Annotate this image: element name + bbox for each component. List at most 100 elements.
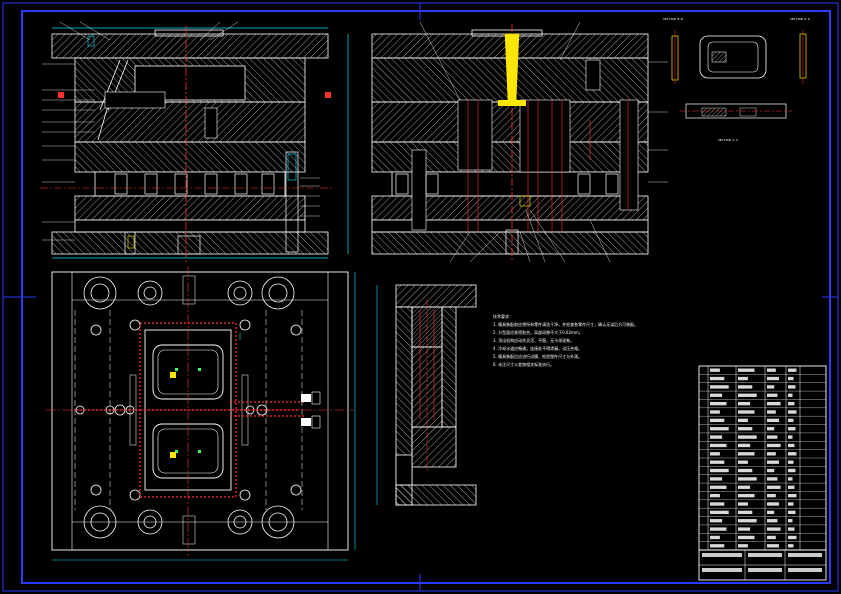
title-block-text-mark <box>738 502 748 506</box>
title-block-text-mark <box>767 410 776 414</box>
title-block-text-mark <box>738 485 751 489</box>
title-block-text-mark <box>738 368 755 372</box>
title-block-text-mark <box>738 460 748 464</box>
title-block-text-mark <box>767 527 781 531</box>
title-block-text-mark <box>788 393 793 397</box>
title-block-text-mark <box>738 443 751 448</box>
title-block-text-mark <box>767 376 779 381</box>
title-block-text-mark <box>767 452 776 456</box>
title-block-text-mark <box>738 401 751 406</box>
title-block-text-mark <box>788 376 794 381</box>
title-block-text-mark <box>738 393 757 397</box>
front-section-view <box>40 21 349 262</box>
title-block-text-mark <box>767 368 776 372</box>
title-block-text-mark <box>710 418 725 423</box>
title-block-text-mark <box>788 427 796 431</box>
title-block <box>698 365 827 581</box>
title-block-text-mark <box>788 368 797 372</box>
title-block-text-mark <box>788 502 794 506</box>
title-block-text-mark <box>788 410 797 414</box>
title-block-text-mark <box>710 493 720 498</box>
title-block-text-mark <box>767 435 778 439</box>
title-block-text-mark <box>710 452 720 456</box>
title-block-text-mark <box>710 527 727 531</box>
title-block-text-mark <box>788 519 793 523</box>
title-block-text-mark <box>710 544 725 548</box>
title-block-text-mark <box>738 418 748 423</box>
title-block-text-mark <box>788 544 794 548</box>
title-block-text-mark <box>767 401 781 406</box>
title-block-text-mark <box>738 510 753 515</box>
section-label-d: SECTION D-D <box>790 17 810 21</box>
title-block-text-mark <box>788 385 796 389</box>
title-block-text-mark <box>702 568 742 572</box>
title-block-text-mark <box>767 460 779 464</box>
title-block-text-mark <box>710 393 723 397</box>
title-block-text-mark <box>710 368 720 372</box>
note-line-4: 4. 冷却水道应畅通，连接处不得渗漏，试压合格。 <box>493 345 582 351</box>
title-block-text-mark <box>767 443 781 448</box>
title-block-text-mark <box>738 385 753 389</box>
title-block-text-mark <box>710 460 725 464</box>
title-block-text-mark <box>738 493 755 498</box>
title-block-text-mark <box>767 468 775 473</box>
title-block-text-mark <box>788 401 795 406</box>
title-block-text-mark <box>738 519 757 523</box>
title-block-text-mark <box>788 468 796 473</box>
title-block-text-mark <box>738 427 753 431</box>
title-block-text-mark <box>788 568 822 572</box>
title-block-text-mark <box>710 401 727 406</box>
title-block-text-mark <box>710 443 727 448</box>
title-block-text-mark <box>767 544 779 548</box>
title-block-text-mark <box>738 452 755 456</box>
title-block-text-mark <box>710 502 725 506</box>
note-line-5: 5. 模具装配后应进行试模，检验塑件尺寸与外观。 <box>493 353 582 359</box>
title-block-text-mark <box>710 427 729 431</box>
title-block-text-mark <box>767 477 778 481</box>
title-block-text-mark <box>738 544 748 548</box>
title-block-text-mark <box>710 477 723 481</box>
title-block-text-mark <box>788 527 795 531</box>
note-line-2: 2. 分型面应紧密贴合，局部间隙不大于0.02mm。 <box>493 329 583 335</box>
moving-half-plan-view <box>46 266 356 561</box>
title-block-text-mark <box>738 535 755 540</box>
title-block-text-mark <box>748 553 782 557</box>
title-block-text-mark <box>710 510 729 515</box>
section-label-a: SECTION A-A <box>718 138 738 142</box>
side-section-view <box>371 21 668 263</box>
title-block-text-mark <box>788 510 796 515</box>
title-block-text-mark <box>710 485 727 489</box>
note-line-1: 1. 模具装配前应将所有零件清洗干净，并检查各零件尺寸，确认无误后方可装配。 <box>493 321 638 327</box>
notes-heading: 技术要求： <box>493 313 513 319</box>
title-block-text-mark <box>738 468 753 473</box>
note-line-6: 6. 未注尺寸公差按相关标准执行。 <box>493 361 554 367</box>
cad-drawing-sheet: 技术要求： 1. 模具装配前应将所有零件清洗干净，并检查各零件尺寸，确认无误后方… <box>2 2 839 592</box>
title-block-text-mark <box>767 427 775 431</box>
title-block-text-mark <box>710 519 723 523</box>
title-block-text-mark <box>702 553 742 557</box>
title-block-text-mark <box>710 468 729 473</box>
detail-sections: SECTION B-B SECTION D-D SECTION A-A <box>663 17 810 142</box>
title-block-text-mark <box>738 376 748 381</box>
title-block-text-mark <box>767 385 775 389</box>
title-block-text-mark <box>738 527 751 531</box>
title-block-text-mark <box>767 493 776 498</box>
title-block-text-mark <box>738 477 757 481</box>
title-block-text-mark <box>767 510 775 515</box>
title-block-text-mark <box>788 460 794 464</box>
title-block-text-mark <box>788 553 822 557</box>
title-block-text-mark <box>788 418 794 423</box>
technical-requirements-notes: 技术要求： 1. 模具装配前应将所有零件清洗干净，并检查各零件尺寸，确认无误后方… <box>493 313 638 367</box>
title-block-text-mark <box>767 485 781 489</box>
note-line-3: 3. 顶出机构应动作灵活、平稳，无卡滞现象。 <box>493 337 574 343</box>
title-block-text-mark <box>748 568 782 572</box>
title-block-text-mark <box>738 410 755 414</box>
title-block-text-mark <box>767 418 779 423</box>
title-block-text-mark <box>788 535 797 540</box>
title-block-text-mark <box>710 435 723 439</box>
title-block-text-mark <box>767 519 778 523</box>
title-block-text-mark <box>710 385 729 389</box>
title-block-text-mark <box>767 535 776 540</box>
title-block-text-mark <box>788 477 793 481</box>
title-block-text-mark <box>710 410 720 414</box>
